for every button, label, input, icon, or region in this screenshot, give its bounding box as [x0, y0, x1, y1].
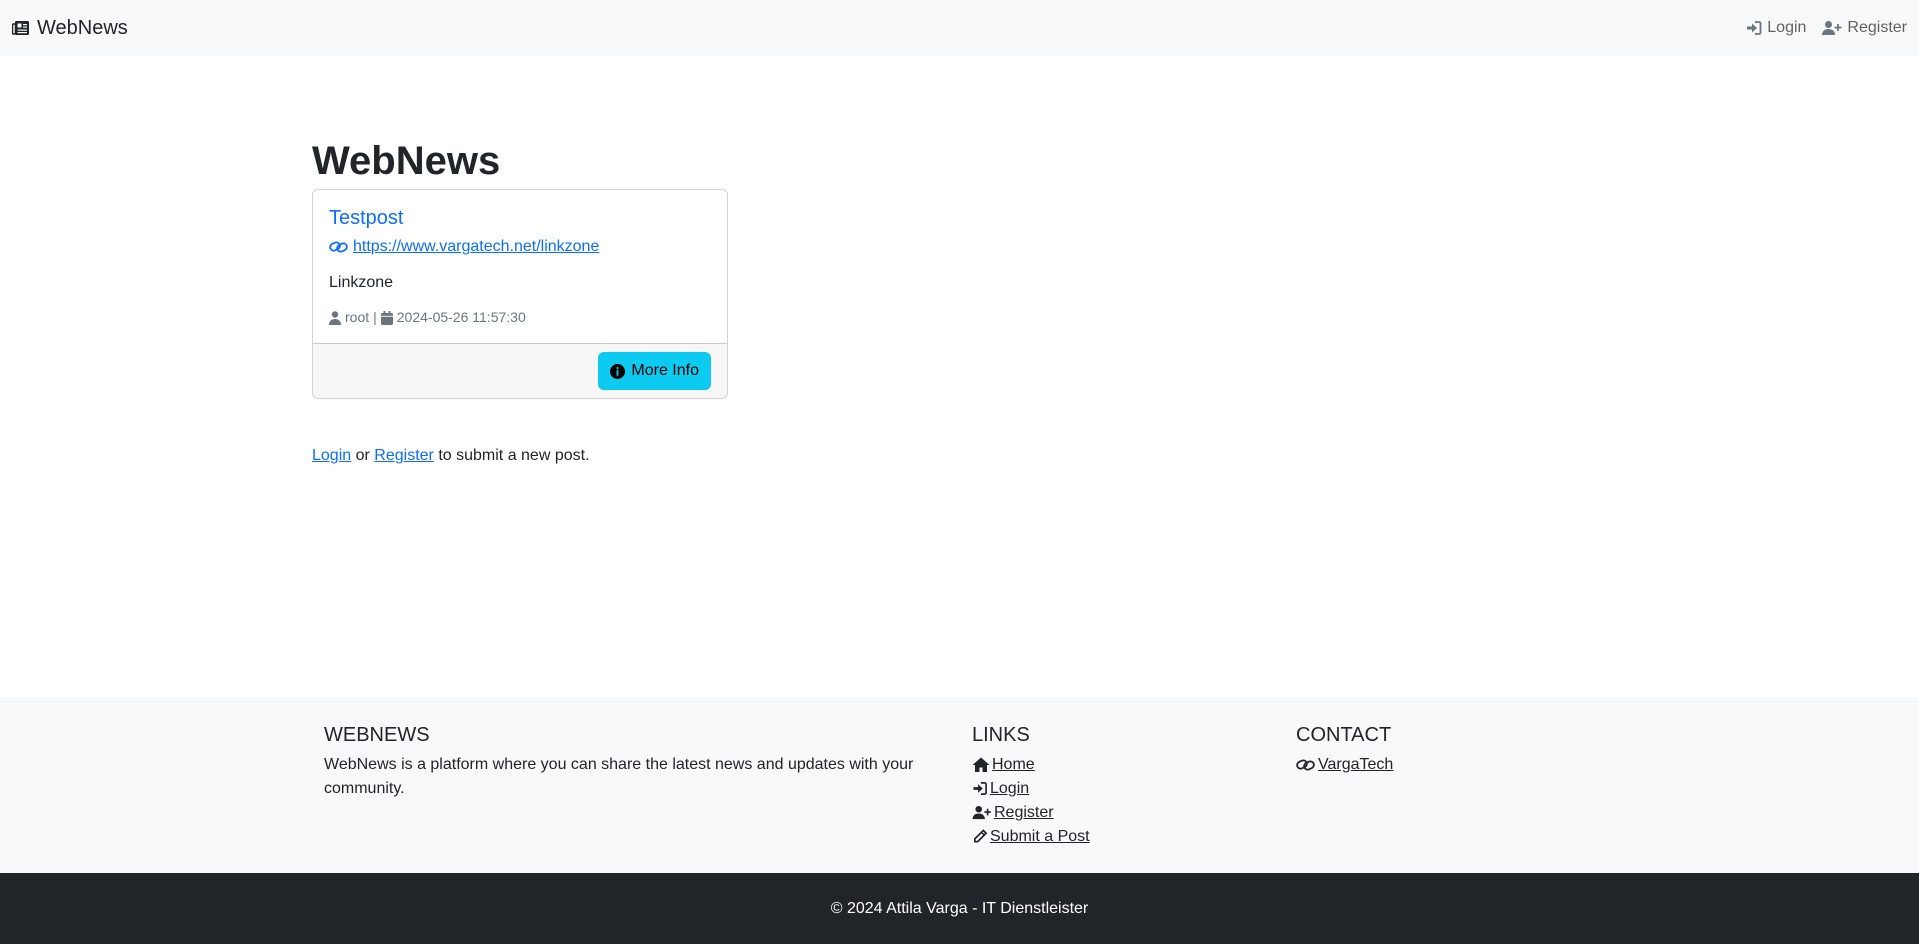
pencil-icon: [972, 825, 988, 849]
footer-contact-title: CONTACT: [1296, 724, 1392, 746]
page-title: WebNews: [312, 139, 501, 183]
more-info-button[interactable]: More Info: [598, 352, 711, 391]
post-card-footer: More Info: [313, 343, 727, 399]
post-card: Testpost https://www.vargatech.net/linkz…: [312, 189, 728, 400]
user-plus-icon: [1822, 19, 1842, 37]
newspaper-icon: [12, 17, 30, 40]
post-author: root: [345, 309, 370, 326]
post-url-link[interactable]: https://www.vargatech.net/linkzone: [329, 238, 599, 256]
navbar-actions: Login Register: [1746, 19, 1907, 37]
footer-contact-list: VargaTech: [1296, 753, 1393, 777]
post-title-link[interactable]: Testpost: [329, 206, 711, 230]
main-content: WebNews Testpost https://www.vargatech.n…: [312, 56, 1608, 465]
footer-about-text: WebNews is a platform where you can shar…: [324, 756, 914, 797]
footer-links-list: Home Login Register Submit a Post: [972, 753, 1090, 849]
footer-contact-item: VargaTech: [1296, 753, 1393, 777]
site-footer: WEBNEWS WebNews is a platform where you …: [0, 697, 1919, 873]
nav-login-label: Login: [1767, 19, 1807, 36]
copyright-text: © 2024 Attila Varga - IT Dienstleister: [830, 899, 1089, 917]
submit-or-text: or: [355, 447, 370, 465]
navbar: WebNews Login Register: [0, 0, 1919, 56]
post-meta: root | 2024-05-26 11:57:30: [329, 309, 711, 326]
footer-vargatech-link[interactable]: VargaTech: [1296, 753, 1393, 777]
meta-separator: |: [373, 309, 377, 326]
brand-name: WebNews: [37, 16, 128, 39]
footer-submit-post-link[interactable]: Submit a Post: [972, 825, 1090, 849]
footer-contact: CONTACT VargaTech: [1296, 723, 1393, 777]
login-icon: [1746, 19, 1762, 37]
footer-login-link[interactable]: Login: [972, 777, 1029, 801]
footer-home-link[interactable]: Home: [972, 753, 1035, 777]
home-icon: [972, 753, 990, 777]
nav-register-link[interactable]: Register: [1822, 19, 1907, 37]
link-icon: [1296, 753, 1316, 777]
footer-link-item: Login: [972, 777, 1090, 801]
nav-login-link[interactable]: Login: [1746, 19, 1806, 37]
submit-register-link[interactable]: Register: [374, 447, 434, 464]
footer-register-label: Register: [994, 804, 1054, 821]
link-icon: [329, 238, 349, 256]
footer-links: LINKS Home Login Register Submit a Post: [972, 723, 1090, 849]
post-url-text: https://www.vargatech.net/linkzone: [353, 238, 600, 255]
footer-link-item: Submit a Post: [972, 825, 1090, 849]
login-icon: [972, 777, 988, 801]
footer-about-title: WEBNEWS: [324, 724, 430, 746]
footer-home-label: Home: [992, 756, 1035, 773]
footer-about: WEBNEWS WebNews is a platform where you …: [324, 723, 924, 801]
more-info-label: More Info: [631, 362, 699, 380]
calendar-icon: [380, 309, 393, 326]
submit-login-link[interactable]: Login: [312, 447, 351, 464]
submit-suffix-text: to submit a new post.: [438, 447, 590, 465]
footer-submit-post-label: Submit a Post: [990, 828, 1090, 845]
footer-login-label: Login: [990, 780, 1030, 797]
user-icon: [329, 309, 341, 326]
info-circle-icon: [610, 362, 626, 380]
footer-link-item: Home: [972, 753, 1090, 777]
footer-links-title: LINKS: [972, 724, 1030, 746]
user-plus-icon: [972, 801, 992, 825]
nav-register-label: Register: [1847, 19, 1907, 36]
copyright-bar: © 2024 Attila Varga - IT Dienstleister: [0, 873, 1919, 944]
post-description: Linkzone: [329, 274, 394, 291]
footer-vargatech-label: VargaTech: [1318, 756, 1394, 773]
footer-register-link[interactable]: Register: [972, 801, 1054, 825]
post-card-body: Testpost https://www.vargatech.net/linkz…: [313, 190, 727, 343]
brand-link[interactable]: WebNews: [12, 17, 128, 40]
footer-link-item: Register: [972, 801, 1090, 825]
submit-prompt: Login or Register to submit a new post.: [312, 447, 1608, 465]
post-date: 2024-05-26 11:57:30: [396, 309, 526, 326]
